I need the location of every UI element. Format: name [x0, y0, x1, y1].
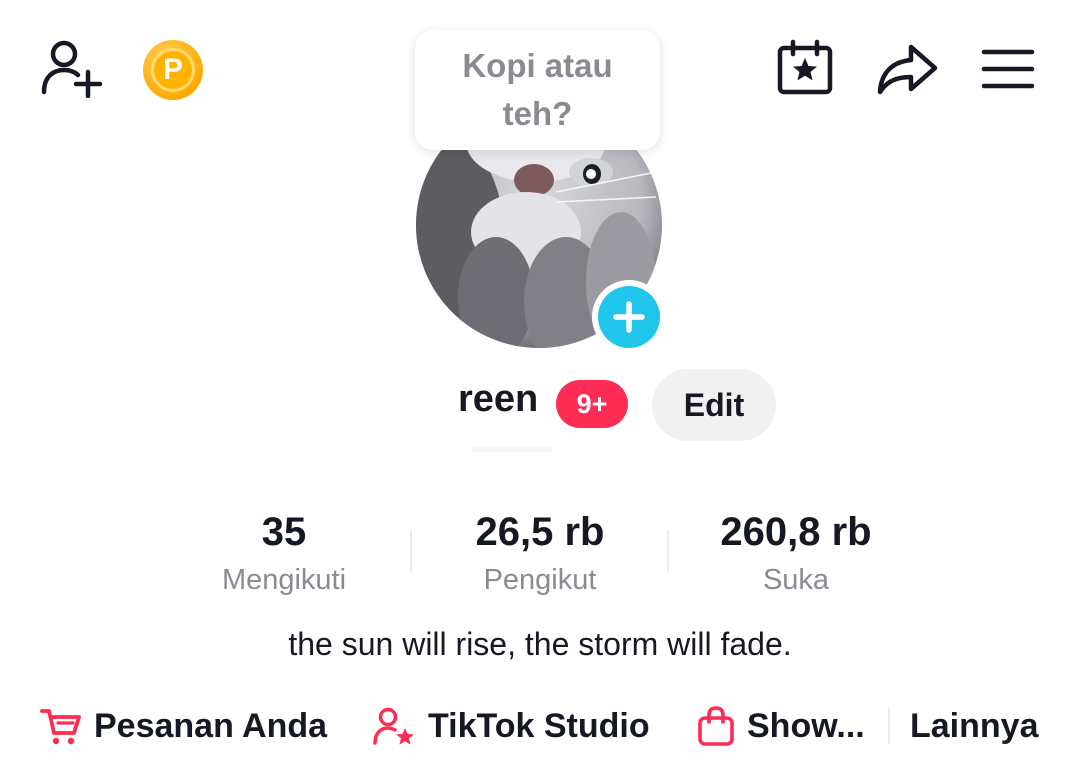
note-text: Kopi atau teh?: [462, 47, 613, 132]
cart-icon: [40, 709, 81, 745]
coin-letter: P: [151, 48, 195, 92]
coin-button[interactable]: P: [141, 40, 205, 100]
note-bubble[interactable]: Kopi atau teh?: [415, 30, 660, 150]
notification-badge[interactable]: 9+: [556, 380, 628, 428]
calendar-button[interactable]: [770, 36, 840, 100]
more-label: Lainnya: [910, 706, 1039, 745]
stat-value: 26,5 rb: [475, 510, 605, 554]
shopping-bag-icon: [698, 706, 734, 746]
stat-divider: [667, 530, 669, 572]
calendar-star-icon: [777, 39, 833, 95]
share-arrow-icon: [877, 44, 938, 95]
links-divider: [888, 708, 890, 744]
plus-icon: [613, 301, 645, 333]
orders-label: Pesanan Anda: [94, 706, 328, 745]
more-link[interactable]: Lainnya: [910, 698, 1038, 754]
add-story-button[interactable]: [592, 280, 666, 354]
stat-label: Mengikuti: [221, 564, 347, 596]
menu-button[interactable]: [978, 40, 1038, 98]
coin-icon: P: [143, 40, 203, 100]
shop-label: Show...: [747, 706, 865, 745]
stat-likes[interactable]: 260,8 rb Suka: [676, 506, 916, 598]
stat-value: 35: [261, 510, 307, 554]
stat-following[interactable]: 35 Mengikuti: [164, 506, 404, 598]
studio-link[interactable]: TikTok Studio: [372, 698, 650, 754]
add-friend-button[interactable]: [36, 36, 106, 100]
studio-label: TikTok Studio: [428, 706, 650, 745]
hamburger-menu-icon: [981, 49, 1035, 89]
stat-followers[interactable]: 26,5 rb Pengikut: [420, 506, 660, 598]
stat-divider: [410, 530, 412, 572]
orders-link[interactable]: Pesanan Anda: [40, 698, 327, 754]
stat-label: Pengikut: [483, 564, 597, 596]
stat-value: 260,8 rb: [720, 510, 872, 554]
bubble-tail-dot: [584, 167, 598, 181]
faint-divider: [472, 446, 552, 452]
stat-label: Suka: [762, 564, 830, 596]
creator-star-icon: [373, 707, 414, 745]
bio-text: the sun will rise, the storm will fade.: [288, 626, 792, 662]
person-add-icon: [41, 40, 103, 98]
edit-profile-button[interactable]: Edit: [652, 369, 776, 441]
username: reen: [458, 378, 539, 420]
share-button[interactable]: [872, 40, 942, 98]
shop-link[interactable]: Show...: [697, 698, 865, 754]
